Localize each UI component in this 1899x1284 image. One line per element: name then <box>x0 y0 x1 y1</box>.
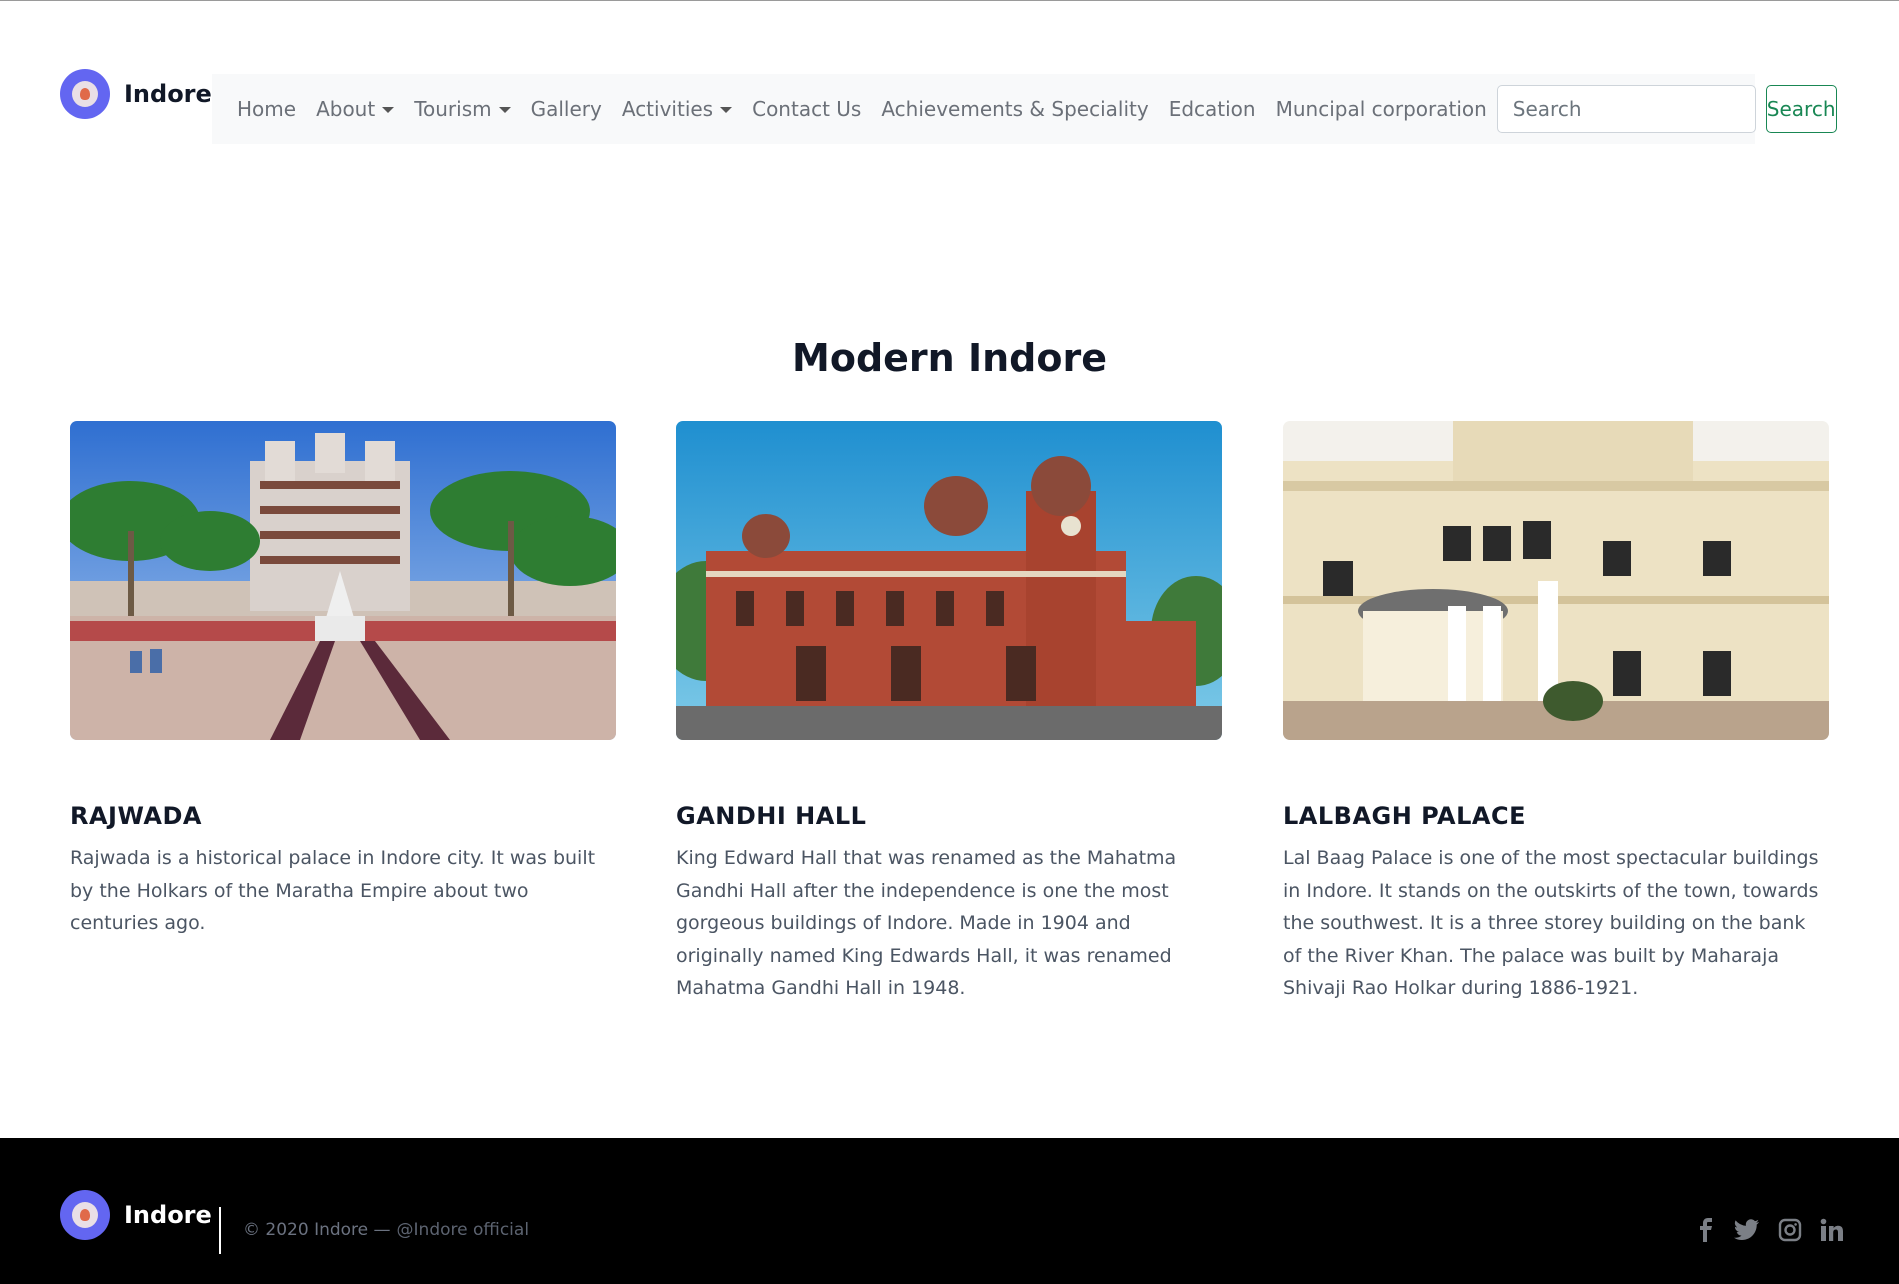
footer-brand[interactable]: Indore <box>60 1190 212 1240</box>
card-title: LALBAGH PALACE <box>1283 802 1527 830</box>
nav-item-activities[interactable]: Activities <box>622 97 733 121</box>
footer-brand-name: Indore <box>124 1201 212 1229</box>
card-text: Rajwada is a historical palace in Indore… <box>70 847 596 934</box>
card-title: GANDHI HALL <box>676 802 867 830</box>
social-handle-link[interactable]: @Indore official <box>397 1220 530 1240</box>
nav-item-education[interactable]: Edcation <box>1169 97 1256 121</box>
search-button[interactable]: Search <box>1765 85 1837 133</box>
logo-icon <box>60 1190 110 1240</box>
navbar: Home About Tourism Gallery Activities Co… <box>212 74 1837 144</box>
card-title: RAJWADA <box>70 802 202 830</box>
nav-item-gallery[interactable]: Gallery <box>531 97 602 121</box>
twitter-icon[interactable] <box>1734 1219 1760 1241</box>
gandhi-hall-image <box>676 421 1222 740</box>
caret-down-icon <box>720 107 733 113</box>
nav-item-tourism[interactable]: Tourism <box>414 97 511 121</box>
brand-name: Indore <box>124 80 212 108</box>
card-rajwada: RAJWADA Rajwada is a historical palace i… <box>70 421 616 940</box>
copyright-text: © 2020 Indore — <box>243 1220 391 1240</box>
section-title: Modern Indore <box>792 336 1107 380</box>
social-links <box>1696 1218 1844 1242</box>
top-border <box>0 0 1899 1</box>
nav-item-contact-us[interactable]: Contact Us <box>752 97 861 121</box>
card-lalbagh-palace: LALBAGH PALACE Lal Baag Palace is one of… <box>1283 421 1829 1005</box>
lalbagh-palace-image <box>1283 421 1829 740</box>
footer-divider <box>219 1207 221 1254</box>
linkedin-icon[interactable] <box>1820 1218 1844 1242</box>
copyright: © 2020 Indore — @Indore official <box>243 1220 529 1240</box>
logo-icon <box>60 69 110 119</box>
footer: Indore © 2020 Indore — @Indore official <box>0 1138 1899 1284</box>
nav-item-home[interactable]: Home <box>237 97 296 121</box>
caret-down-icon <box>498 107 511 113</box>
instagram-icon[interactable] <box>1778 1218 1802 1242</box>
card-text: King Edward Hall that was renamed as the… <box>676 847 1177 999</box>
caret-down-icon <box>382 107 395 113</box>
card-text: Lal Baag Palace is one of the most spect… <box>1283 847 1819 999</box>
search-input[interactable] <box>1496 85 1756 133</box>
nav-item-about[interactable]: About <box>316 97 395 121</box>
card-gandhi-hall: GANDHI HALL King Edward Hall that was re… <box>676 421 1222 1005</box>
nav-item-achievements[interactable]: Achievements & Speciality <box>881 97 1148 121</box>
facebook-icon[interactable] <box>1696 1218 1716 1242</box>
nav-item-municipal-corporation[interactable]: Muncipal corporation <box>1276 97 1487 121</box>
rajwada-image <box>70 421 616 740</box>
header-brand[interactable]: Indore <box>60 69 212 119</box>
